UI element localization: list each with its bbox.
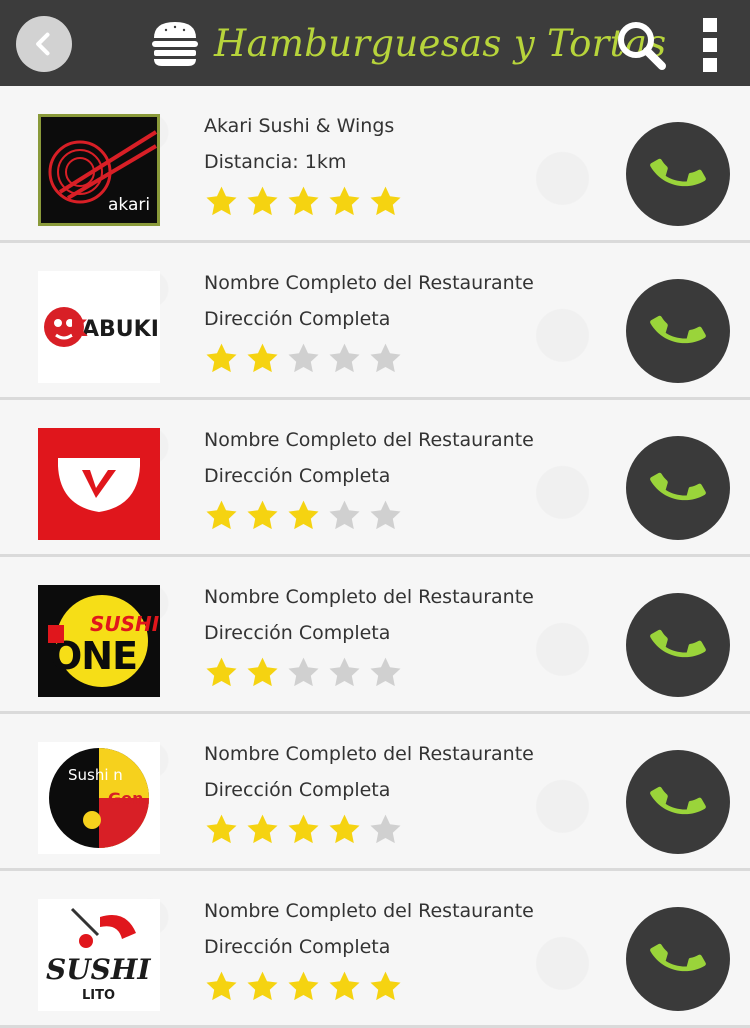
- star-icon: [368, 812, 403, 851]
- star-rating: [204, 655, 604, 694]
- star-icon: [245, 655, 280, 694]
- star-icon: [245, 498, 280, 537]
- star-icon: [327, 969, 362, 1008]
- star-icon: [286, 969, 321, 1008]
- star-icon: [368, 184, 403, 223]
- star-icon: [204, 812, 239, 851]
- star-icon: [204, 655, 239, 694]
- burger-icon: [152, 22, 198, 66]
- star-icon: [368, 341, 403, 380]
- star-icon: [204, 184, 239, 223]
- restaurant-name: Nombre Completo del Restaurante: [204, 743, 534, 765]
- svg-text:K: K: [70, 317, 88, 342]
- restaurant-name: Nombre Completo del Restaurante: [204, 272, 534, 294]
- star-rating: [204, 184, 604, 223]
- star-rating: [204, 969, 604, 1008]
- restaurant-logo: akari: [38, 114, 160, 226]
- star-icon: [286, 655, 321, 694]
- star-icon: [368, 498, 403, 537]
- restaurant-detail: Dirección Completa: [204, 779, 391, 801]
- svg-text:akari: akari: [108, 195, 150, 215]
- restaurant-detail: Dirección Completa: [204, 465, 391, 487]
- back-button[interactable]: [16, 16, 72, 72]
- restaurant-info: Nombre Completo del Restaurante Dirección…: [204, 422, 604, 537]
- search-icon[interactable]: [614, 18, 668, 72]
- restaurant-row[interactable]: SUSHI ONE Nombre Completo del Restaurant…: [0, 557, 750, 714]
- svg-text:Gon: Gon: [108, 789, 144, 808]
- star-icon: [286, 498, 321, 537]
- restaurant-logo: SUSHI LITO: [38, 899, 160, 1011]
- phone-icon: [650, 458, 706, 518]
- restaurant-detail: Dirección Completa: [204, 622, 391, 644]
- phone-icon: [650, 615, 706, 675]
- restaurant-logo: ABUKI K: [38, 271, 160, 383]
- restaurant-row[interactable]: Nombre Completo del Restaurante Dirección…: [0, 400, 750, 557]
- restaurant-logo: SUSHI ONE: [38, 585, 160, 697]
- restaurant-detail: Dirección Completa: [204, 308, 391, 330]
- star-icon: [327, 341, 362, 380]
- star-rating: [204, 812, 604, 851]
- restaurant-row[interactable]: Sushi n Gon Nombre Completo del Restaura…: [0, 714, 750, 871]
- call-button[interactable]: [626, 436, 730, 540]
- phone-icon: [650, 301, 706, 361]
- star-icon: [327, 655, 362, 694]
- restaurant-name: Nombre Completo del Restaurante: [204, 900, 534, 922]
- star-icon: [245, 969, 280, 1008]
- svg-text:LITO: LITO: [82, 988, 115, 1003]
- restaurant-info: Nombre Completo del Restaurante Dirección…: [204, 265, 604, 380]
- star-icon: [245, 812, 280, 851]
- back-arrow-icon: [36, 32, 50, 56]
- call-button[interactable]: [626, 122, 730, 226]
- star-icon: [368, 969, 403, 1008]
- svg-text:SUSHI: SUSHI: [90, 612, 160, 636]
- star-icon: [245, 184, 280, 223]
- phone-icon: [650, 144, 706, 204]
- restaurant-logo: [38, 428, 160, 540]
- svg-text:SUSHI: SUSHI: [46, 953, 151, 986]
- call-button[interactable]: [626, 907, 730, 1011]
- star-icon: [204, 969, 239, 1008]
- restaurant-name: Nombre Completo del Restaurante: [204, 429, 534, 451]
- app-header: Hamburguesas y Tortas: [0, 0, 750, 86]
- call-button[interactable]: [626, 279, 730, 383]
- restaurant-info: Nombre Completo del Restaurante Dirección…: [204, 893, 604, 1008]
- star-icon: [286, 341, 321, 380]
- more-vert-icon[interactable]: [698, 18, 722, 72]
- call-button[interactable]: [626, 593, 730, 697]
- star-icon: [204, 498, 239, 537]
- star-rating: [204, 498, 604, 537]
- star-icon: [368, 655, 403, 694]
- restaurant-name: Akari Sushi & Wings: [204, 115, 395, 137]
- restaurant-info: Akari Sushi & Wings Distancia: 1km: [204, 108, 604, 223]
- star-icon: [327, 498, 362, 537]
- star-icon: [286, 184, 321, 223]
- restaurant-detail: Distancia: 1km: [204, 151, 347, 173]
- restaurant-info: Nombre Completo del Restaurante Dirección…: [204, 579, 604, 694]
- restaurant-detail: Dirección Completa: [204, 936, 391, 958]
- star-icon: [204, 341, 239, 380]
- star-icon: [327, 812, 362, 851]
- restaurant-logo: Sushi n Gon: [38, 742, 160, 854]
- star-icon: [327, 184, 362, 223]
- phone-icon: [650, 772, 706, 832]
- phone-icon: [650, 929, 706, 989]
- call-button[interactable]: [626, 750, 730, 854]
- svg-text:ABUKI: ABUKI: [82, 317, 159, 342]
- restaurant-row[interactable]: SUSHI LITO Nombre Completo del Restaurant…: [0, 871, 750, 1028]
- restaurant-row[interactable]: ABUKI K Nombre Completo del Restaurante Di…: [0, 243, 750, 400]
- star-icon: [286, 812, 321, 851]
- restaurant-list: akari Akari Sushi & Wings Distancia: 1km A…: [0, 86, 750, 1028]
- svg-text:Sushi n: Sushi n: [68, 766, 123, 784]
- star-rating: [204, 341, 604, 380]
- restaurant-info: Nombre Completo del Restaurante Dirección…: [204, 736, 604, 851]
- restaurant-name: Nombre Completo del Restaurante: [204, 586, 534, 608]
- page-title: Hamburguesas y Tortas: [214, 22, 667, 65]
- star-icon: [245, 341, 280, 380]
- restaurant-row[interactable]: akari Akari Sushi & Wings Distancia: 1km: [0, 86, 750, 243]
